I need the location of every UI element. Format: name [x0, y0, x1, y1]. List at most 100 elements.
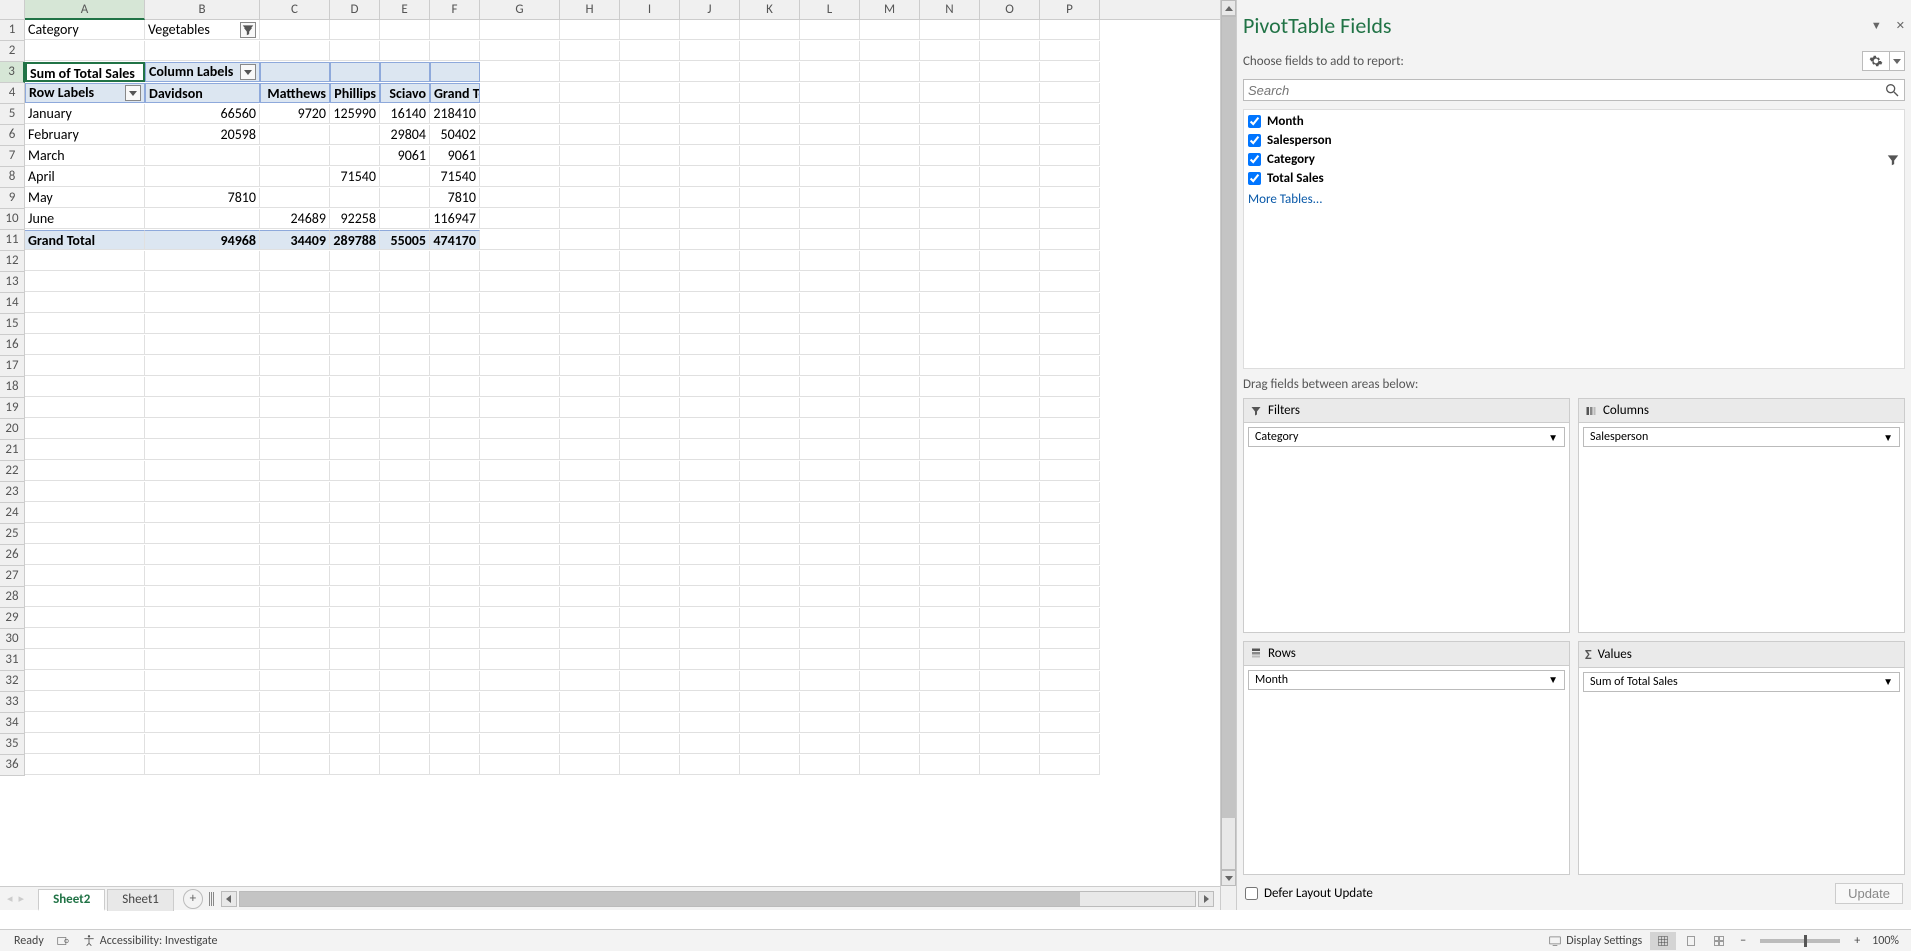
empty-cell[interactable] [430, 335, 480, 355]
data-cell[interactable] [380, 209, 430, 229]
empty-cell[interactable] [620, 734, 680, 754]
empty-cell[interactable] [680, 608, 740, 628]
accessibility-status[interactable]: Accessibility: Investigate [76, 934, 224, 948]
empty-cell[interactable] [480, 755, 560, 775]
pivot-header-cell[interactable] [380, 62, 430, 82]
empty-cell[interactable] [260, 629, 330, 649]
empty-cell[interactable] [740, 755, 800, 775]
empty-cell[interactable] [920, 650, 980, 670]
empty-cell[interactable] [860, 41, 920, 61]
field-checkbox[interactable] [1248, 115, 1261, 128]
empty-cell[interactable] [260, 524, 330, 544]
empty-cell[interactable] [430, 692, 480, 712]
empty-cell[interactable] [1040, 62, 1100, 82]
row-header-9[interactable]: 9 [0, 188, 25, 209]
empty-cell[interactable] [430, 608, 480, 628]
empty-cell[interactable] [620, 41, 680, 61]
empty-cell[interactable] [25, 377, 145, 397]
empty-cell[interactable] [980, 755, 1040, 775]
zoom-slider[interactable] [1760, 939, 1840, 943]
empty-cell[interactable] [380, 314, 430, 334]
empty-cell[interactable] [680, 356, 740, 376]
pivot-header-cell[interactable] [260, 62, 330, 82]
empty-cell[interactable] [480, 188, 560, 208]
empty-cell[interactable] [145, 335, 260, 355]
empty-cell[interactable] [620, 461, 680, 481]
empty-cell[interactable] [330, 335, 380, 355]
empty-cell[interactable] [260, 671, 330, 691]
empty-cell[interactable] [145, 461, 260, 481]
data-cell[interactable] [260, 146, 330, 166]
empty-cell[interactable] [980, 713, 1040, 733]
empty-cell[interactable] [25, 734, 145, 754]
row-header-32[interactable]: 32 [0, 671, 25, 692]
empty-cell[interactable] [860, 20, 920, 40]
area-chip-month[interactable]: Month▼ [1248, 670, 1565, 690]
empty-cell[interactable] [1040, 713, 1100, 733]
filter-field-cell[interactable]: Category [25, 20, 145, 40]
empty-cell[interactable] [980, 272, 1040, 292]
empty-cell[interactable] [560, 629, 620, 649]
empty-cell[interactable] [1040, 482, 1100, 502]
empty-cell[interactable] [740, 440, 800, 460]
row-header-35[interactable]: 35 [0, 734, 25, 755]
empty-cell[interactable] [980, 41, 1040, 61]
empty-cell[interactable] [1040, 419, 1100, 439]
field-item-total-sales[interactable]: Total Sales [1246, 169, 1902, 188]
empty-cell[interactable] [680, 440, 740, 460]
empty-cell[interactable] [740, 251, 800, 271]
empty-cell[interactable] [1040, 20, 1100, 40]
pivot-header-cell[interactable] [330, 62, 380, 82]
empty-cell[interactable] [560, 461, 620, 481]
vscroll-up-arrow[interactable] [1221, 0, 1236, 16]
empty-cell[interactable] [980, 503, 1040, 523]
empty-cell[interactable] [560, 377, 620, 397]
empty-cell[interactable] [920, 713, 980, 733]
empty-cell[interactable] [860, 251, 920, 271]
row-header-6[interactable]: 6 [0, 125, 25, 146]
vscroll-down-arrow[interactable] [1221, 870, 1236, 886]
empty-cell[interactable] [430, 503, 480, 523]
empty-cell[interactable] [800, 461, 860, 481]
empty-cell[interactable] [560, 104, 620, 124]
data-cell[interactable] [380, 167, 430, 187]
empty-cell[interactable] [560, 20, 620, 40]
empty-cell[interactable] [380, 356, 430, 376]
empty-cell[interactable] [980, 398, 1040, 418]
empty-cell[interactable] [920, 188, 980, 208]
column-label-matthews[interactable]: Matthews [260, 83, 330, 103]
empty-cell[interactable] [330, 293, 380, 313]
row-labels-header[interactable]: Row Labels [25, 83, 145, 103]
empty-cell[interactable] [740, 608, 800, 628]
empty-cell[interactable] [740, 482, 800, 502]
fields-layout-dropdown[interactable] [1890, 51, 1905, 71]
empty-cell[interactable] [25, 293, 145, 313]
empty-cell[interactable] [920, 587, 980, 607]
empty-cell[interactable] [920, 566, 980, 586]
empty-cell[interactable] [620, 545, 680, 565]
empty-cell[interactable] [860, 566, 920, 586]
empty-cell[interactable] [920, 482, 980, 502]
empty-cell[interactable] [560, 125, 620, 145]
zoom-level[interactable]: 100% [1868, 934, 1903, 948]
empty-cell[interactable] [800, 440, 860, 460]
empty-cell[interactable] [560, 41, 620, 61]
empty-cell[interactable] [430, 650, 480, 670]
empty-cell[interactable] [560, 650, 620, 670]
empty-cell[interactable] [740, 41, 800, 61]
row-header-1[interactable]: 1 [0, 20, 25, 41]
empty-cell[interactable] [330, 629, 380, 649]
empty-cell[interactable] [25, 587, 145, 607]
empty-cell[interactable] [430, 314, 480, 334]
empty-cell[interactable] [260, 377, 330, 397]
empty-cell[interactable] [1040, 440, 1100, 460]
empty-cell[interactable] [430, 524, 480, 544]
grand-total-cell[interactable]: 34409 [260, 230, 330, 250]
empty-cell[interactable] [740, 146, 800, 166]
empty-cell[interactable] [480, 41, 560, 61]
empty-cell[interactable] [860, 503, 920, 523]
column-header-M[interactable]: M [860, 0, 920, 20]
empty-cell[interactable] [800, 629, 860, 649]
empty-cell[interactable] [1040, 188, 1100, 208]
empty-cell[interactable] [980, 587, 1040, 607]
